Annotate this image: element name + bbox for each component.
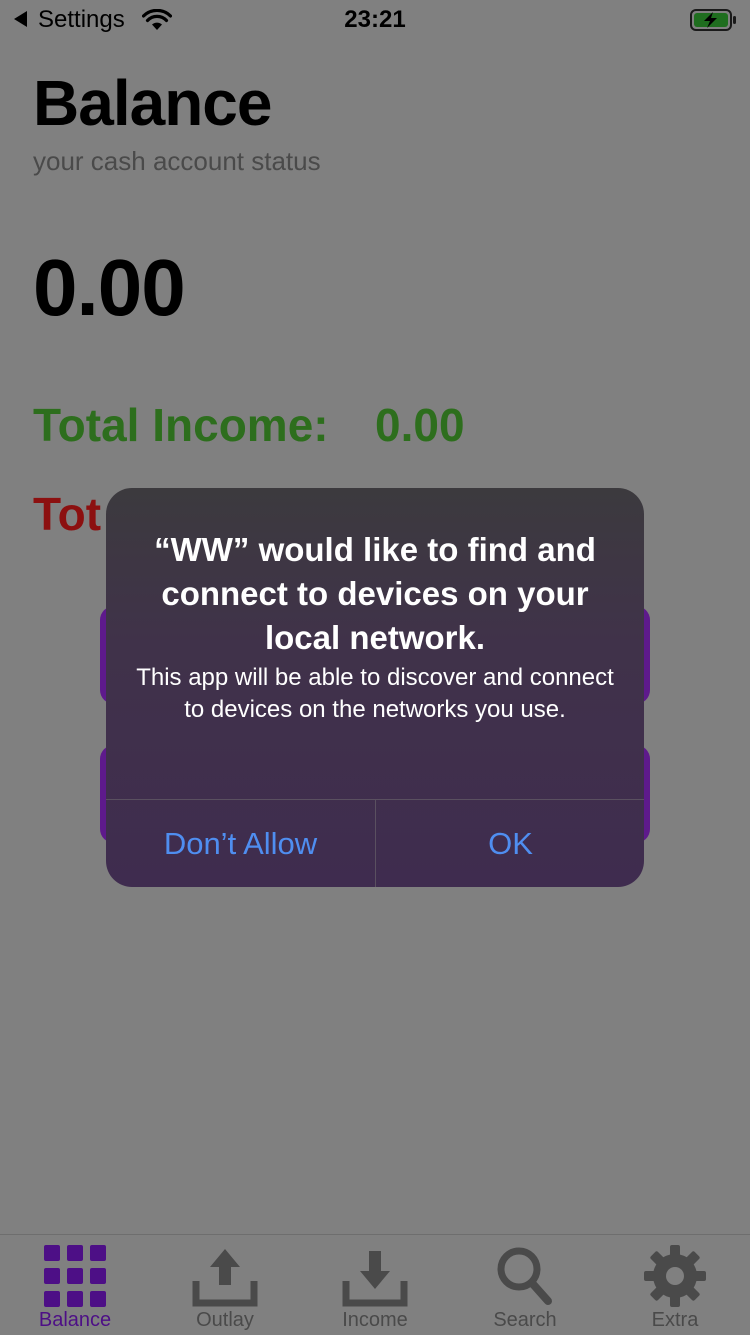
- search-icon: [497, 1247, 552, 1305]
- local-network-permission-alert: “WW” would like to find and connect to d…: [106, 488, 644, 887]
- page-subtitle: your cash account status: [33, 146, 321, 176]
- tab-search-label: Search: [493, 1309, 557, 1331]
- total-income-label: Total Income:: [33, 399, 329, 451]
- tab-balance[interactable]: Balance: [0, 1235, 150, 1335]
- total-income-value: 0.00: [375, 399, 465, 451]
- tab-bar: Balance Outlay Income Search Extra: [0, 1234, 750, 1335]
- tab-balance-label: Balance: [38, 1309, 112, 1331]
- tab-income[interactable]: Income: [300, 1235, 450, 1335]
- alert-message: This app will be able to discover and co…: [136, 664, 614, 723]
- balance-amount: 0.00: [33, 243, 186, 332]
- dont-allow-button[interactable]: Don’t Allow: [106, 800, 375, 887]
- status-time: 23:21: [344, 6, 406, 33]
- tab-outlay-label: Outlay: [196, 1309, 254, 1331]
- upload-icon: [192, 1249, 258, 1307]
- tab-extra-label: Extra: [651, 1309, 699, 1331]
- gear-icon: [644, 1245, 706, 1307]
- status-bar: Settings 23:21: [0, 0, 750, 40]
- alert-title: “WW” would like to find and connect to d…: [154, 531, 596, 656]
- tab-extra[interactable]: Extra: [600, 1235, 750, 1335]
- tab-outlay[interactable]: Outlay: [150, 1235, 300, 1335]
- total-outlay-label: Tot: [33, 488, 102, 540]
- battery-charging-icon: [690, 9, 736, 31]
- tab-search[interactable]: Search: [450, 1235, 600, 1335]
- tab-income-label: Income: [342, 1309, 408, 1331]
- page-title: Balance: [33, 67, 272, 139]
- download-icon: [342, 1251, 408, 1307]
- ok-button[interactable]: OK: [376, 800, 644, 887]
- grid-icon: [44, 1245, 106, 1307]
